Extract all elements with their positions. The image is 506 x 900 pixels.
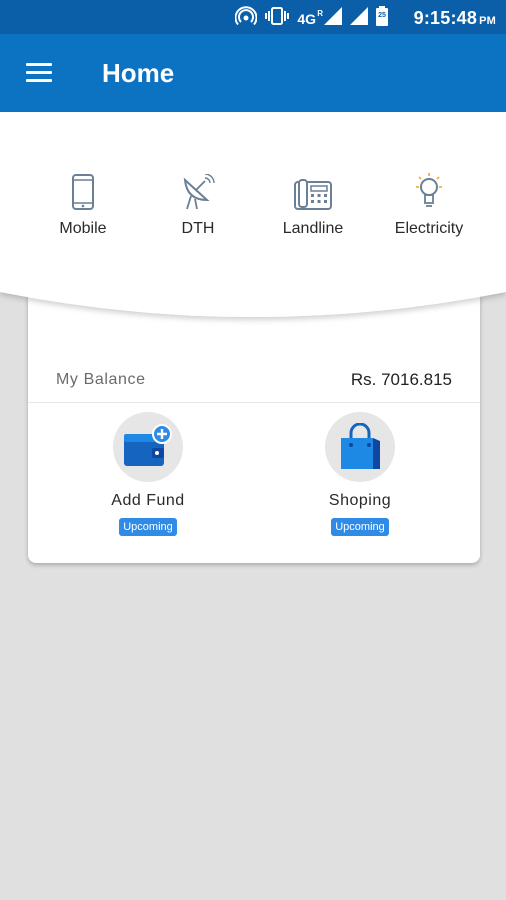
service-electricity[interactable]: Electricity: [374, 170, 484, 238]
menu-button[interactable]: [26, 63, 52, 83]
service-dth[interactable]: DTH: [143, 170, 253, 238]
balance-card: My Balance Rs. 7016.815 Add Fund Upcomin…: [28, 290, 480, 563]
landline-phone-icon: [294, 179, 332, 210]
hotspot-icon: [234, 6, 258, 31]
shopping-bag-icon: [341, 423, 380, 469]
hamburger-icon-line: [26, 63, 52, 66]
status-bar: 4G R 25 9:15:48 PM: [0, 0, 506, 34]
add-fund-icon-circle: [113, 412, 183, 482]
shopping-button[interactable]: Shoping Upcoming: [290, 412, 430, 536]
balance-row: My Balance Rs. 7016.815: [28, 360, 480, 403]
service-label: Mobile: [59, 220, 107, 237]
add-fund-button[interactable]: Add Fund Upcoming: [78, 412, 218, 536]
signal-icon: [324, 7, 342, 30]
signal-icon-2: [350, 7, 368, 30]
shopping-icon-circle: [325, 412, 395, 482]
light-bulb-icon: [416, 173, 442, 207]
page-title: Home: [102, 58, 175, 88]
services-panel: Mobile DTH Landline Electricity: [0, 112, 506, 327]
service-landline[interactable]: Landline: [258, 170, 368, 238]
service-label: Landline: [282, 220, 344, 237]
shopping-label: Shoping: [328, 492, 392, 509]
balance-value: Rs. 7016.815: [350, 370, 452, 389]
clock: 9:15:48 PM: [413, 8, 496, 28]
hamburger-icon-line: [26, 71, 52, 74]
balance-label: My Balance: [56, 371, 146, 388]
satellite-dish-icon: [183, 174, 215, 210]
hamburger-icon-line: [26, 79, 52, 82]
network-type: 4G R: [297, 8, 323, 27]
service-label: Electricity: [394, 220, 464, 237]
battery-icon: 25: [376, 6, 388, 31]
upcoming-badge: Upcoming: [119, 518, 177, 536]
vibrate-icon: [265, 6, 290, 31]
service-mobile[interactable]: Mobile: [28, 170, 138, 238]
status-icons: 4G R 25: [234, 6, 388, 31]
service-label: DTH: [181, 220, 215, 237]
app-bar: Home: [0, 34, 506, 112]
upcoming-badge: Upcoming: [331, 518, 389, 536]
add-fund-label: Add Fund: [111, 492, 185, 509]
mobile-phone-icon: [72, 174, 94, 210]
battery-level: 25: [378, 12, 386, 19]
wallet-add-icon: [124, 424, 172, 466]
